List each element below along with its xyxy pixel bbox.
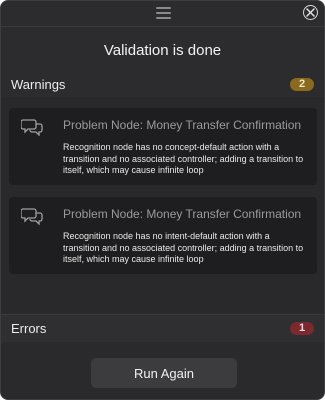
warnings-list: Problem Node: Money Transfer Confirmatio… — [1, 97, 324, 313]
warning-message: Recognition node has no intent-default a… — [63, 231, 304, 264]
warning-title: Problem Node: Money Transfer Confirmatio… — [63, 207, 302, 221]
dialog-title: Validation is done — [103, 42, 222, 59]
run-again-button[interactable]: Run Again — [91, 358, 237, 388]
drag-handle-icon[interactable] — [156, 7, 171, 19]
warning-message: Recognition node has no concept-default … — [63, 142, 304, 175]
warning-card[interactable]: Problem Node: Money Transfer Confirmatio… — [9, 108, 317, 185]
chat-bubbles-icon — [21, 119, 43, 136]
warning-card[interactable]: Problem Node: Money Transfer Confirmatio… — [9, 197, 317, 274]
warnings-count-badge: 2 — [290, 77, 314, 91]
warnings-header[interactable]: Warnings 2 — [1, 73, 324, 95]
warnings-label: Warnings — [11, 76, 66, 92]
close-icon — [306, 8, 315, 17]
errors-header[interactable]: Errors 1 — [1, 317, 324, 339]
chat-bubbles-icon — [21, 208, 43, 225]
errors-label: Errors — [11, 320, 47, 336]
validation-dialog: Validation is done Warnings 2 Problem No… — [0, 0, 325, 400]
close-button[interactable] — [303, 5, 318, 20]
warning-title: Problem Node: Money Transfer Confirmatio… — [63, 118, 302, 132]
header-divider — [1, 26, 324, 27]
errors-count-badge: 1 — [290, 321, 314, 335]
